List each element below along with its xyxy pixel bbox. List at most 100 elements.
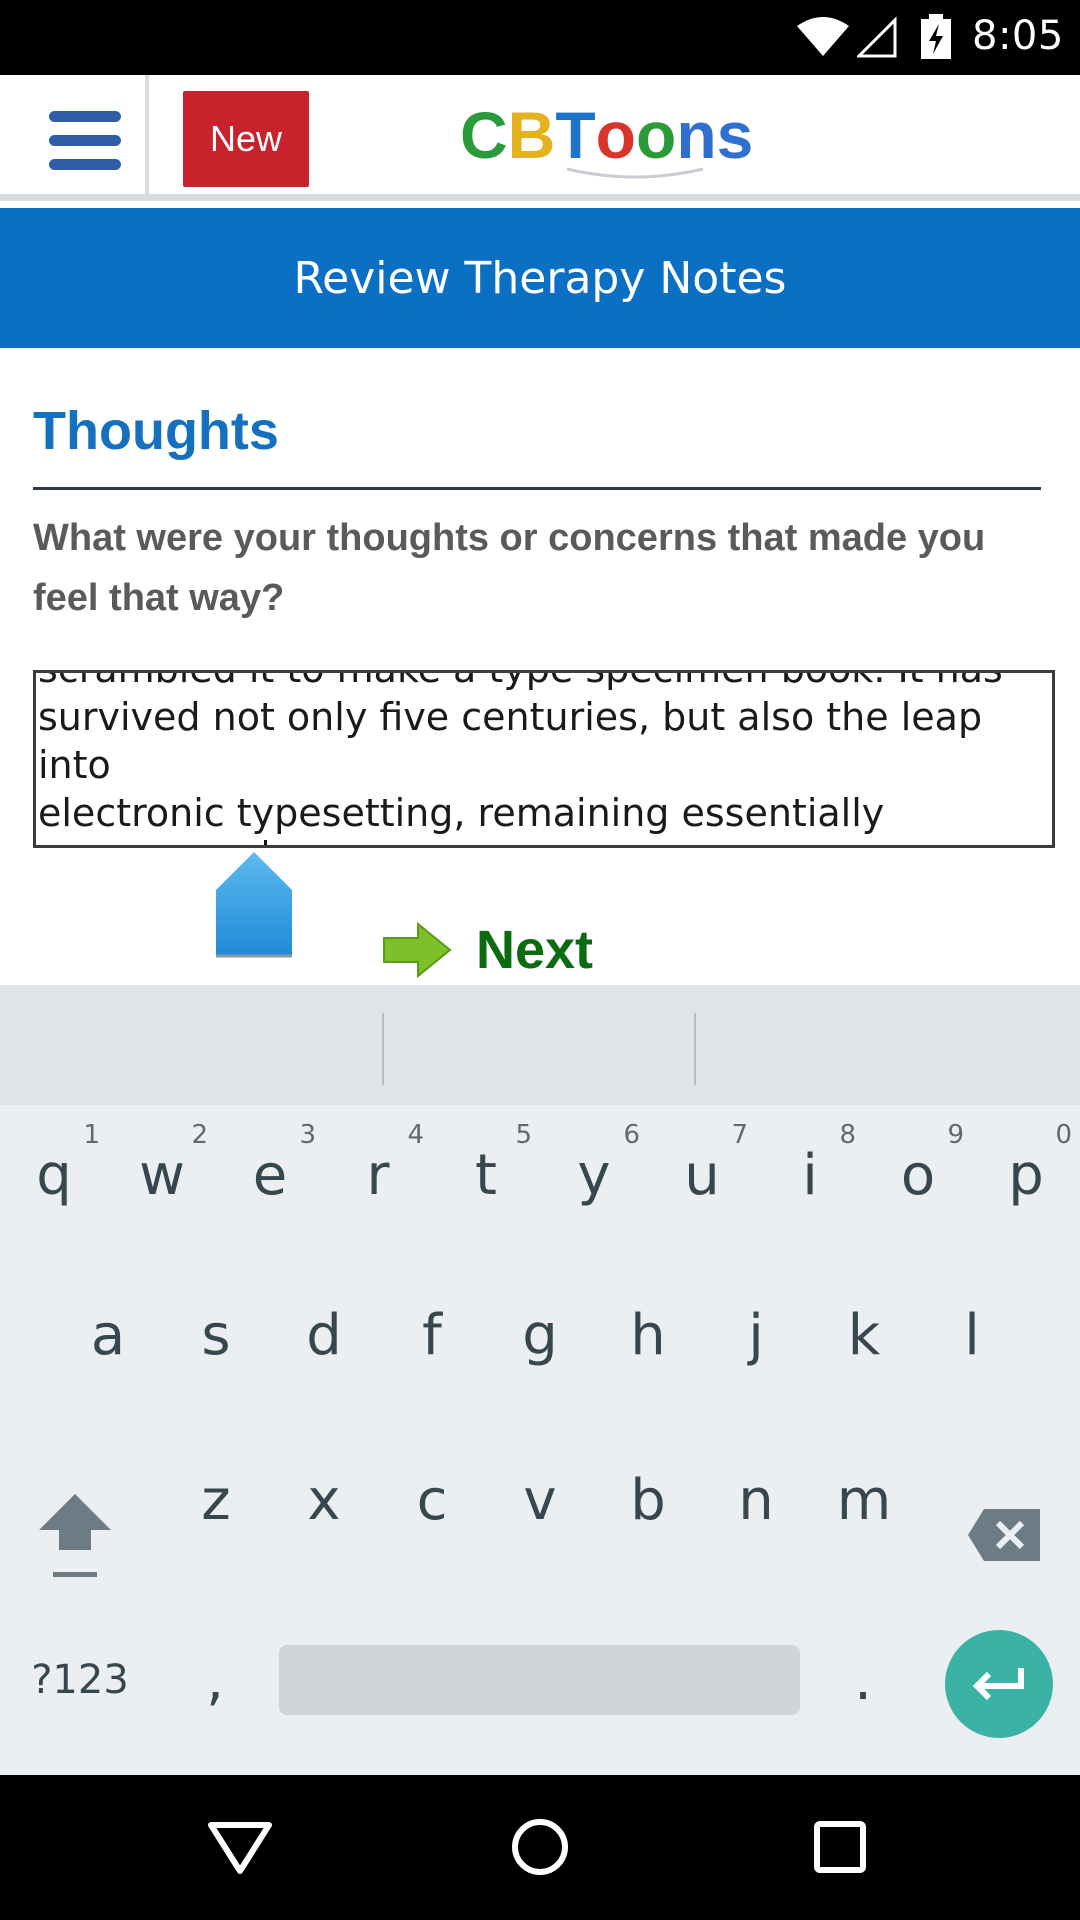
key-hint: 4 [407, 1120, 424, 1150]
signal-icon [857, 16, 897, 58]
key-label: l [964, 1302, 980, 1368]
key-z[interactable]: z [166, 1445, 266, 1555]
next-arrow-icon [383, 921, 452, 979]
recents-icon[interactable] [800, 1807, 880, 1887]
key-a[interactable]: a [58, 1280, 158, 1390]
key-n[interactable]: n [706, 1445, 806, 1555]
hamburger-menu-icon[interactable] [30, 95, 140, 185]
key-label: w [139, 1142, 185, 1208]
key-o[interactable]: o9 [868, 1120, 968, 1230]
key-label: m [836, 1467, 892, 1533]
key-label: z [201, 1467, 231, 1533]
key-hint: 6 [623, 1120, 640, 1150]
key-label: c [416, 1467, 448, 1533]
key-label: b [630, 1467, 666, 1533]
key-label: a [90, 1302, 126, 1368]
key-hint: 9 [947, 1120, 964, 1150]
key-l[interactable]: l [922, 1280, 1022, 1390]
key-y[interactable]: y6 [544, 1120, 644, 1230]
key-u[interactable]: u7 [652, 1120, 752, 1230]
next-label: Next [476, 920, 594, 980]
key-m[interactable]: m [814, 1445, 914, 1555]
key-x[interactable]: x [274, 1445, 374, 1555]
key-r[interactable]: r4 [328, 1120, 428, 1230]
key-label: f [422, 1302, 442, 1368]
header-divider [145, 75, 149, 199]
key-hint: 0 [1055, 1120, 1072, 1150]
period-key[interactable]: . [828, 1635, 898, 1725]
key-p[interactable]: p0 [976, 1120, 1076, 1230]
system-nav-bar [0, 1775, 1080, 1920]
answer-textarea[interactable]: scrambled it to make a type specimen boo… [33, 670, 1055, 848]
key-hint: 2 [191, 1120, 208, 1150]
wifi-icon [797, 17, 849, 56]
new-button[interactable]: New [183, 91, 309, 187]
key-label: y [577, 1142, 611, 1208]
key-label: h [630, 1302, 666, 1368]
enter-key[interactable] [945, 1630, 1053, 1738]
shift-icon [39, 1494, 111, 1577]
key-d[interactable]: d [274, 1280, 374, 1390]
backspace-icon [968, 1509, 1040, 1561]
heading-divider [33, 487, 1041, 490]
key-label: s [201, 1302, 231, 1368]
question-text: What were your thoughts or concerns that… [33, 517, 986, 619]
key-hint: 3 [299, 1120, 316, 1150]
key-s[interactable]: s [166, 1280, 266, 1390]
clock: 8:05 [972, 13, 1064, 59]
key-label: k [847, 1302, 881, 1368]
key-label: q [36, 1142, 72, 1208]
key-label: n [738, 1467, 774, 1533]
answer-text: scrambled it to make a type specimen boo… [38, 673, 1052, 845]
key-q[interactable]: q1 [4, 1120, 104, 1230]
section-heading: Thoughts [33, 401, 279, 461]
app-header: New CBToons [0, 75, 1080, 201]
title-band: Review Therapy Notes [0, 208, 1080, 348]
key-f[interactable]: f [382, 1280, 482, 1390]
text-cursor-handle[interactable] [214, 850, 294, 962]
comma-key[interactable]: , [180, 1635, 250, 1725]
key-v[interactable]: v [490, 1445, 590, 1555]
key-i[interactable]: i8 [760, 1120, 860, 1230]
next-button[interactable]: Next [380, 910, 593, 990]
battery-charging-icon [921, 14, 951, 59]
key-hint: 5 [515, 1120, 532, 1150]
key-w[interactable]: w2 [112, 1120, 212, 1230]
symbols-key[interactable]: ?123 [20, 1635, 140, 1725]
key-h[interactable]: h [598, 1280, 698, 1390]
home-icon[interactable] [500, 1807, 580, 1887]
key-j[interactable]: j [706, 1280, 806, 1390]
key-label: e [252, 1142, 288, 1208]
key-g[interactable]: g [490, 1280, 590, 1390]
logo-letter: s [716, 98, 754, 172]
key-k[interactable]: k [814, 1280, 914, 1390]
key-label: p [1008, 1142, 1044, 1208]
backspace-key[interactable] [962, 1485, 1046, 1585]
key-label: t [475, 1142, 497, 1208]
key-label: i [802, 1142, 818, 1208]
suggestion-separator [694, 1013, 696, 1085]
key-b[interactable]: b [598, 1445, 698, 1555]
status-bar: 8:05 [0, 0, 1080, 75]
key-e[interactable]: e3 [220, 1120, 320, 1230]
key-label: d [306, 1302, 342, 1368]
space-key[interactable] [279, 1645, 800, 1715]
logo-swoosh [566, 167, 704, 179]
key-hint: 8 [839, 1120, 856, 1150]
text-caret [264, 840, 268, 845]
shift-key[interactable] [30, 1485, 120, 1585]
key-hint: 1 [83, 1120, 100, 1150]
key-label: o [900, 1142, 936, 1208]
page-title: Review Therapy Notes [293, 252, 787, 304]
key-label: x [307, 1467, 341, 1533]
key-c[interactable]: c [382, 1445, 482, 1555]
soft-keyboard: ?123 , . q1w2e3r4t5y6u7i8o9p0asdfghjklzx… [0, 985, 1080, 1775]
key-t[interactable]: t5 [436, 1120, 536, 1230]
suggestion-separator [382, 1013, 384, 1085]
key-label: v [523, 1467, 557, 1533]
logo-letter: C [460, 98, 508, 172]
back-icon[interactable] [200, 1807, 280, 1887]
key-label: u [684, 1142, 720, 1208]
key-label: r [366, 1142, 390, 1208]
key-hint: 7 [731, 1120, 748, 1150]
